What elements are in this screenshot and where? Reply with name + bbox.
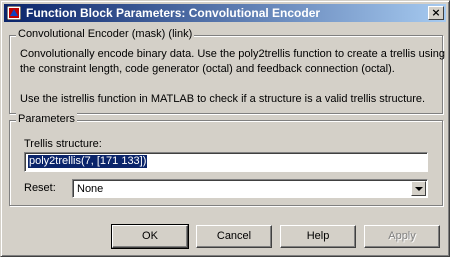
description-line-1: Convolutionally encode binary data. Use … xyxy=(20,48,445,60)
chevron-down-icon[interactable] xyxy=(411,181,426,196)
apply-button: Apply xyxy=(364,225,440,248)
ok-button-label: OK xyxy=(142,230,158,242)
cancel-button[interactable]: Cancel xyxy=(196,225,272,248)
cancel-button-label: Cancel xyxy=(216,230,252,242)
reset-dropdown[interactable]: None xyxy=(72,179,428,198)
help-button[interactable]: Help xyxy=(280,225,356,248)
simulink-block-icon xyxy=(7,6,21,20)
apply-button-label: Apply xyxy=(388,230,416,242)
description-group: Convolutional Encoder (mask) (link) Conv… xyxy=(9,28,445,114)
description-line-2: the constraint length, code generator (o… xyxy=(20,63,395,75)
parameters-group: Parameters Trellis structure: poly2trell… xyxy=(9,113,443,206)
description-legend: Convolutional Encoder (mask) (link) xyxy=(16,28,195,40)
trellis-structure-value: poly2trellis(7, [171 133]) xyxy=(28,155,148,168)
close-icon: × xyxy=(431,6,441,19)
close-button[interactable]: × xyxy=(428,6,444,20)
reset-label: Reset: xyxy=(24,182,56,194)
trellis-structure-label: Trellis structure: xyxy=(24,138,102,150)
description-line-4: Use the istrellis function in MATLAB to … xyxy=(20,93,426,105)
dialog-window: Function Block Parameters: Convolutional… xyxy=(0,0,450,257)
parameters-legend: Parameters xyxy=(16,113,77,125)
window-title: Function Block Parameters: Convolutional… xyxy=(26,6,321,20)
help-button-label: Help xyxy=(306,230,330,242)
trellis-structure-input[interactable]: poly2trellis(7, [171 133]) xyxy=(24,152,428,172)
ok-button[interactable]: OK xyxy=(111,224,189,249)
reset-selected-value: None xyxy=(77,183,104,195)
title-bar[interactable]: Function Block Parameters: Convolutional… xyxy=(4,4,446,22)
